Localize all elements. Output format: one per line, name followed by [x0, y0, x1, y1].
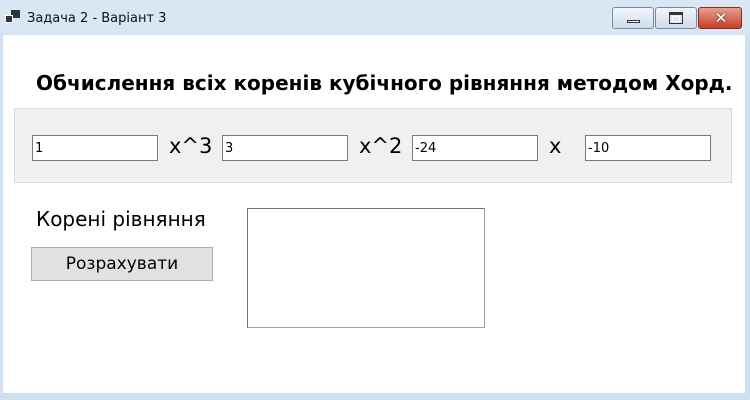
minimize-button[interactable]: [612, 7, 654, 29]
coefficient-b-input[interactable]: [222, 135, 348, 161]
window-title: Задача 2 - Варіант 3: [27, 11, 167, 26]
calculate-button[interactable]: Розрахувати: [31, 247, 213, 281]
roots-output[interactable]: [247, 208, 485, 328]
minimize-icon: [627, 20, 640, 23]
coefficient-c-input[interactable]: [412, 135, 538, 161]
term-x2-label: x^2: [359, 134, 403, 158]
page-title: Обчислення всіх коренів кубічного рівнян…: [36, 71, 733, 95]
maximize-icon: [669, 12, 683, 24]
form-client-area: Обчислення всіх коренів кубічного рівнян…: [3, 35, 745, 393]
term-x-label: x: [549, 134, 562, 158]
coefficient-d-input[interactable]: [585, 135, 711, 161]
title-bar[interactable]: Задача 2 - Варіант 3 ✕: [0, 0, 750, 34]
close-icon: ✕: [714, 9, 728, 27]
roots-label: Корені рівняння: [36, 207, 206, 231]
close-button[interactable]: ✕: [698, 7, 742, 29]
term-x3-label: x^3: [169, 134, 213, 158]
maximize-button[interactable]: [655, 7, 697, 29]
app-window: Задача 2 - Варіант 3 ✕ Обчислення всіх к…: [0, 0, 750, 400]
app-icon: [5, 10, 21, 24]
coefficient-a-input[interactable]: [32, 135, 158, 161]
